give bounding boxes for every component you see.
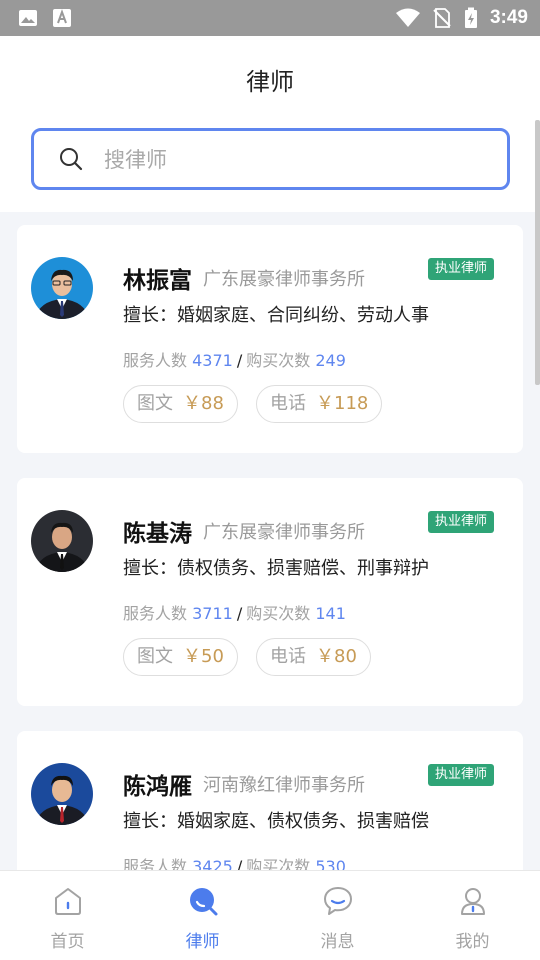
stats: 服务人数 3711/购买次数 141 xyxy=(123,600,346,624)
header: 律师 搜律师 xyxy=(0,36,540,212)
purchase-label: 购买次数 xyxy=(246,351,311,370)
text-consult-button[interactable]: 图文 ￥50 xyxy=(123,638,238,676)
lawyer-card[interactable]: 林振富 广东展豪律师事务所 执业律师 擅长：婚姻家庭、合同纠纷、劳动人事 服务人… xyxy=(17,225,523,453)
nav-label: 律师 xyxy=(185,932,220,952)
lawyer-name: 陈鸿雁 xyxy=(123,774,192,800)
search-input[interactable]: 搜律师 xyxy=(31,128,510,190)
specialty: 擅长：债权债务、损害赔偿、刑事辩护 xyxy=(123,558,429,579)
served-count: 3711 xyxy=(192,604,233,623)
text-consult-button[interactable]: 图文 ￥88 xyxy=(123,385,238,423)
status-bar: 3:49 xyxy=(0,0,540,36)
lawyer-search-icon xyxy=(189,888,217,916)
nav-label: 我的 xyxy=(455,932,490,952)
phone-consult-button[interactable]: 电话 ￥80 xyxy=(256,638,371,676)
stats-divider: / xyxy=(236,604,243,623)
service-label: 图文 xyxy=(137,646,173,667)
served-label: 服务人数 xyxy=(123,351,188,370)
purchase-count: 141 xyxy=(315,604,346,623)
service-price: ￥88 xyxy=(183,393,224,414)
search-icon xyxy=(60,148,83,171)
no-sim-icon xyxy=(433,8,451,28)
avatar xyxy=(31,257,93,319)
nav-item-home[interactable]: 首页 xyxy=(0,871,135,960)
image-icon xyxy=(19,10,37,26)
service-price: ￥50 xyxy=(183,646,224,667)
firm-name: 广东展豪律师事务所 xyxy=(203,269,365,290)
served-label: 服务人数 xyxy=(123,604,188,623)
lawyer-name: 林振富 xyxy=(123,268,192,294)
nav-item-profile[interactable]: 我的 xyxy=(405,871,540,960)
specialty: 擅长：婚姻家庭、债权债务、损害赔偿 xyxy=(123,811,429,832)
status-badge: 执业律师 xyxy=(428,764,494,786)
profile-icon xyxy=(460,888,485,915)
service-price: ￥80 xyxy=(316,646,357,667)
status-badge: 执业律师 xyxy=(428,511,494,533)
stats-divider: / xyxy=(236,351,243,370)
avatar xyxy=(31,510,93,572)
scrollbar[interactable] xyxy=(535,120,540,385)
nav-item-lawyer[interactable]: 律师 xyxy=(135,871,270,960)
status-badge: 执业律师 xyxy=(428,258,494,280)
purchase-count: 249 xyxy=(315,351,346,370)
lawyer-name: 陈基涛 xyxy=(123,521,192,547)
battery-charging-icon xyxy=(464,7,477,28)
bottom-nav: 首页 律师 消息 我的 xyxy=(0,870,540,960)
home-icon xyxy=(54,888,81,915)
purchase-label: 购买次数 xyxy=(246,604,311,623)
nav-item-messages[interactable]: 消息 xyxy=(270,871,405,960)
service-label: 图文 xyxy=(137,393,173,414)
firm-name: 河南豫红律师事务所 xyxy=(203,775,365,796)
specialty: 擅长：婚姻家庭、合同纠纷、劳动人事 xyxy=(123,305,429,326)
status-time: 3:49 xyxy=(489,7,528,28)
wifi-icon xyxy=(395,8,420,27)
text-a-icon xyxy=(53,9,71,27)
page-title: 律师 xyxy=(246,68,294,96)
firm-name: 广东展豪律师事务所 xyxy=(203,522,365,543)
service-label: 电话 xyxy=(270,646,306,667)
lawyer-card[interactable]: 陈基涛 广东展豪律师事务所 执业律师 擅长：债权债务、损害赔偿、刑事辩护 服务人… xyxy=(17,478,523,706)
search-placeholder: 搜律师 xyxy=(104,148,167,172)
nav-label: 首页 xyxy=(50,932,85,952)
service-label: 电话 xyxy=(270,393,306,414)
served-count: 4371 xyxy=(192,351,233,370)
avatar xyxy=(31,763,93,825)
nav-label: 消息 xyxy=(320,932,355,952)
stats: 服务人数 4371/购买次数 249 xyxy=(123,347,346,371)
service-price: ￥118 xyxy=(316,393,369,414)
message-icon xyxy=(323,887,352,915)
phone-consult-button[interactable]: 电话 ￥118 xyxy=(256,385,383,423)
